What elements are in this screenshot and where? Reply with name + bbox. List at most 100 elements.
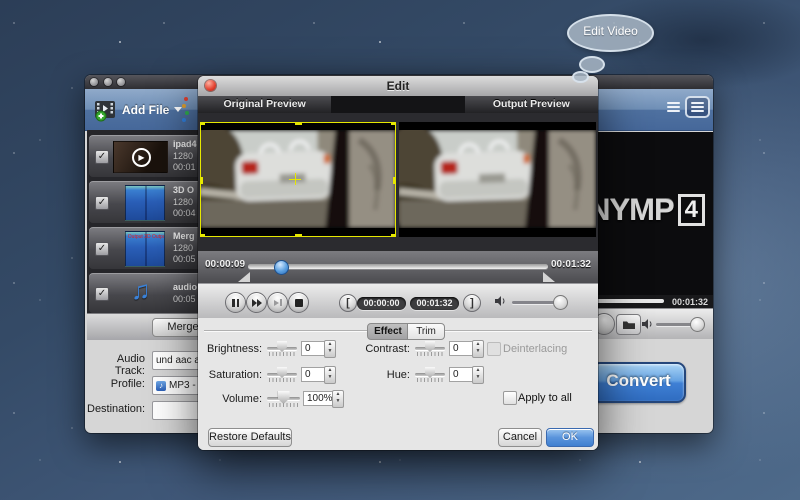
file-name: Merg (173, 231, 195, 241)
tab-effect[interactable]: Effect (367, 323, 409, 340)
folder-icon (622, 320, 636, 330)
original-preview-panel (200, 113, 396, 250)
trim-start-marker[interactable] (238, 272, 250, 282)
close-button[interactable] (90, 78, 98, 86)
row-checkbox[interactable]: ✓ (95, 150, 109, 164)
close-button[interactable] (205, 80, 216, 91)
volume-input[interactable] (303, 391, 334, 406)
add-file-button[interactable]: Add File (93, 95, 182, 124)
original-frame (200, 122, 396, 237)
tab-trim[interactable]: Trim (407, 323, 445, 340)
brightness-slider[interactable] (267, 341, 297, 357)
file-name: 3D O (173, 185, 194, 195)
stop-icon (295, 299, 303, 307)
desktop: Add File ✓ ▶ ipad4 (0, 0, 800, 500)
apply-to-all-label: Apply to all (518, 392, 572, 404)
row-checkbox[interactable]: ✓ (95, 196, 109, 210)
convert-button[interactable]: Convert (591, 362, 686, 403)
trim-end-display: 00:01:32 (410, 297, 459, 310)
timeline-knob[interactable] (274, 260, 289, 275)
deinterlacing-checkbox[interactable] (487, 342, 501, 356)
trim-end-marker[interactable] (543, 272, 555, 282)
crop-area[interactable] (200, 122, 396, 237)
logo-badge: 4 (678, 194, 705, 226)
file-resolution: 1280 (173, 151, 193, 161)
divider (331, 96, 464, 113)
add-file-label: Add File (122, 103, 169, 117)
profile-format-icon: ♪ (156, 381, 166, 391)
hue-input[interactable] (449, 367, 474, 382)
saturation-label: Saturation: (198, 369, 262, 381)
brightness-input[interactable] (301, 341, 326, 356)
volume-icon (641, 318, 653, 330)
trim-start-display: 00:00:00 (357, 297, 406, 310)
callout-dot (572, 71, 589, 83)
thumbnail-overlay-text: 3D Output 3D Output (125, 234, 165, 240)
timeline-slider[interactable] (248, 264, 548, 269)
hue-slider[interactable] (415, 367, 445, 383)
file-name: ipad4 (173, 139, 197, 149)
contrast-label: Contrast: (338, 343, 410, 355)
contrast-input[interactable] (449, 341, 474, 356)
minimize-button[interactable] (104, 78, 112, 86)
crosshair-icon (295, 173, 297, 185)
audio-track-label: Audio Track: (87, 353, 145, 377)
current-time: 00:00:09 (205, 259, 245, 270)
volume-label: Volume: (198, 393, 262, 405)
file-name: audio (173, 282, 197, 292)
volume-effect-slider[interactable] (267, 391, 300, 407)
row-checkbox[interactable]: ✓ (95, 242, 109, 256)
stop-button[interactable] (288, 292, 309, 313)
saturation-slider[interactable] (267, 367, 297, 383)
contrast-slider[interactable] (415, 341, 445, 357)
output-preview-label: Output Preview (465, 96, 598, 113)
set-start-button[interactable]: [ (339, 294, 357, 312)
film-add-icon (93, 98, 117, 122)
detail-view-button[interactable] (685, 96, 710, 118)
music-note-icon: ♫ (131, 275, 151, 306)
file-duration: 00:05 (173, 254, 196, 264)
edit-dialog-titlebar: Edit (198, 76, 598, 97)
next-frame-button[interactable] (267, 292, 288, 313)
sparkle-icon (182, 118, 186, 122)
duration-readout: 00:01:32 (672, 297, 708, 307)
zoom-button[interactable] (117, 78, 125, 86)
pause-button[interactable] (225, 292, 246, 313)
saturation-input[interactable] (301, 367, 326, 382)
ok-button[interactable]: OK (546, 428, 594, 447)
file-duration: 00:01 (173, 162, 196, 172)
brightness-stepper[interactable]: ▲▼ (324, 340, 336, 358)
chevron-down-icon (174, 107, 182, 112)
effect-panel: Effect Trim Brightness: ▲▼ Contrast: ▲▼ … (198, 318, 598, 450)
brightness-label: Brightness: (198, 343, 262, 355)
seek-track (596, 299, 664, 303)
cancel-button[interactable]: Cancel (498, 428, 542, 447)
sparkle-icon (185, 111, 189, 115)
video-frame-image (399, 130, 596, 228)
hue-stepper[interactable]: ▲▼ (472, 366, 484, 384)
dialog-title: Edit (198, 76, 598, 96)
list-view-button[interactable] (665, 99, 682, 114)
set-end-button[interactable]: ] (463, 294, 481, 312)
apply-to-all-checkbox[interactable] (503, 391, 517, 405)
pause-icon (232, 299, 239, 307)
volume-stepper[interactable]: ▲▼ (332, 390, 344, 408)
contrast-stepper[interactable]: ▲▼ (472, 340, 484, 358)
preview-volume-knob[interactable] (553, 295, 568, 310)
total-time: 00:01:32 (551, 259, 591, 270)
saturation-stepper[interactable]: ▲▼ (324, 366, 336, 384)
hue-label: Hue: (338, 369, 410, 381)
row-checkbox[interactable]: ✓ (95, 287, 109, 301)
fast-forward-icon (252, 299, 262, 307)
file-resolution: 1280 (173, 243, 193, 253)
restore-defaults-button[interactable]: Restore Defaults (208, 428, 292, 447)
open-folder-button[interactable] (616, 314, 641, 335)
3d-thumbnail: 3D Output 3D Output (125, 231, 165, 267)
edit-dialog: Edit Original Preview Output Preview (198, 76, 598, 450)
fast-forward-button[interactable] (246, 292, 267, 313)
playback-controls: [ 00:00:00 00:01:32 ] (198, 283, 598, 320)
bracket-close-icon: ] (470, 296, 474, 310)
output-frame (399, 122, 596, 237)
volume-knob[interactable] (690, 317, 705, 332)
file-duration: 00:04 (173, 208, 196, 218)
